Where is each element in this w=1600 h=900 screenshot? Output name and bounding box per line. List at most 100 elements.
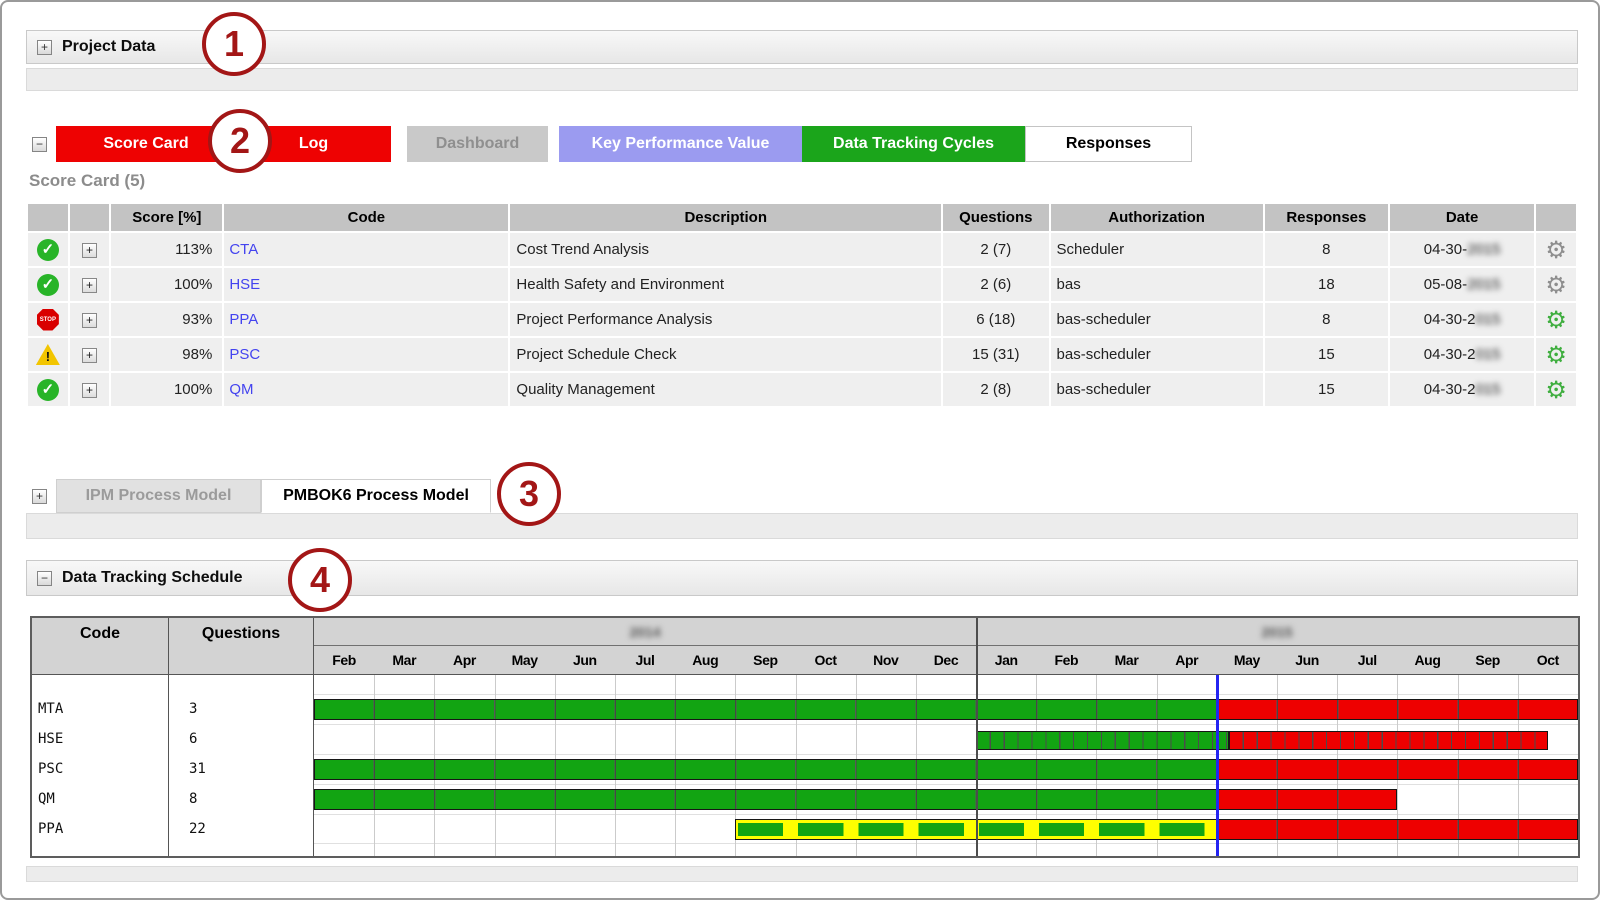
responses-cell: 15 [1265,338,1388,371]
gantt-month-label: Feb [1036,646,1096,674]
gantt-month-label: Aug [1397,646,1457,674]
gear-icon[interactable] [1545,314,1567,332]
tab-data-tracking-cycles[interactable]: Data Tracking Cycles [802,126,1025,162]
status-stop-icon [37,309,59,331]
gantt-questions-header: Questions [169,618,313,675]
table-header-row: Score [%] Code Description Questions Aut… [28,204,1576,231]
row-expand-icon[interactable]: + [82,383,97,398]
gantt-month-label: Aug [675,646,735,674]
table-row: + 100% HSE Health Safety and Environment… [28,268,1576,301]
gear-icon[interactable] [1545,279,1567,297]
code-link[interactable]: PSC [229,346,260,363]
red-monthly-bar [1217,819,1578,840]
row-expand-icon[interactable]: + [82,313,97,328]
gantt-month-label: Nov [856,646,916,674]
data-tracking-schedule-header[interactable]: − Data Tracking Schedule [26,560,1578,596]
authorization-cell: bas [1051,268,1263,301]
gantt-month-label: Mar [374,646,434,674]
gantt-questions-column: Questions 3631822 [169,618,314,856]
gantt-row [314,784,1578,814]
gantt-row-questions: 6 [169,724,313,754]
date-cell: 04-30-2015 [1390,338,1534,371]
gantt-row-code: PSC [32,754,168,784]
gantt-row-questions: 3 [169,694,313,724]
green-monthly-bar [314,699,1217,720]
expand-plus-icon[interactable]: + [37,40,52,55]
gantt-row-questions: 31 [169,754,313,784]
score-card-count-label: Score Card (5) [29,171,145,191]
project-data-title: Project Data [62,38,155,56]
col-score: Score [%] [111,204,222,231]
authorization-cell: bas-scheduler [1051,338,1263,371]
gantt-row-code: HSE [32,724,168,754]
gear-icon[interactable] [1545,244,1567,262]
process-model-content-strip [26,513,1578,539]
gantt-month-label: May [1217,646,1277,674]
gantt-month-label: Jan [976,646,1036,674]
description-cell: Project Schedule Check [510,338,941,371]
gantt-row-code: QM [32,784,168,814]
score-card-table: Score [%] Code Description Questions Aut… [26,202,1578,408]
gantt-row [314,814,1578,844]
score-value: 98% [111,338,222,371]
gantt-questions-labels: 3631822 [169,675,313,856]
code-link[interactable]: QM [229,381,253,398]
gear-icon[interactable] [1545,349,1567,367]
gantt-code-column: Code MTAHSEPSCQMPPA [32,618,169,856]
collapse-minus-icon[interactable]: − [37,571,52,586]
green-monthly-bar [314,789,1217,810]
row-expand-icon[interactable]: + [82,348,97,363]
tab-pmbok6-process-model[interactable]: PMBOK6 Process Model [261,479,491,513]
tab-dashboard[interactable]: Dashboard [407,126,548,162]
questions-cell: 2 (8) [943,373,1048,406]
questions-cell: 15 (31) [943,338,1048,371]
score-value: 100% [111,268,222,301]
responses-cell: 18 [1265,268,1388,301]
col-authorization: Authorization [1051,204,1263,231]
gantt-month-label: Apr [434,646,494,674]
project-data-collapsed-strip [26,68,1578,91]
gantt-month-header: FebMarAprMayJunJulAugSepOctNovDecJanFebM… [314,646,1578,675]
description-cell: Project Performance Analysis [510,303,941,336]
score-value: 100% [111,373,222,406]
red-monthly-bar [1217,759,1578,780]
table-row: + 100% QM Quality Management 2 (8) bas-s… [28,373,1576,406]
responses-cell: 8 [1265,303,1388,336]
code-link[interactable]: CTA [229,241,258,258]
col-status [28,204,68,231]
gantt-body [314,675,1578,856]
year-divider-line [976,618,978,856]
questions-cell: 6 (18) [943,303,1048,336]
gantt-row-code: PPA [32,814,168,844]
questions-cell: 2 (6) [943,268,1048,301]
expand-plus-icon[interactable]: + [32,489,47,504]
gantt-month-label: Oct [1518,646,1578,674]
gantt-row-questions: 8 [169,784,313,814]
tab-key-performance-value[interactable]: Key Performance Value [559,126,802,162]
row-expand-icon[interactable]: + [82,278,97,293]
red-monthly-bar [1217,789,1398,810]
collapse-minus-icon[interactable]: − [32,137,47,152]
gantt-month-label: Mar [1096,646,1156,674]
status-check-icon [37,239,59,261]
dashboard-page: + Project Data − Score Card Log Dashboar… [0,0,1600,900]
row-expand-icon[interactable]: + [82,243,97,258]
gantt-row-code: MTA [32,694,168,724]
table-row: + 93% PPA Project Performance Analysis 6… [28,303,1576,336]
tab-ipm-process-model[interactable]: IPM Process Model [56,479,261,513]
gantt-year-label: 2015 [976,618,1578,645]
code-link[interactable]: PPA [229,311,258,328]
gantt-row-questions: 22 [169,814,313,844]
today-line [1216,675,1219,856]
gantt-month-label: Sep [1458,646,1518,674]
gantt-month-label: Feb [314,646,374,674]
code-link[interactable]: HSE [229,276,260,293]
gantt-month-label: Jul [615,646,675,674]
col-questions: Questions [943,204,1048,231]
authorization-cell: bas-scheduler [1051,373,1263,406]
gear-icon[interactable] [1545,384,1567,402]
tab-responses[interactable]: Responses [1025,126,1192,162]
col-date: Date [1390,204,1534,231]
date-cell: 04-30-2015 [1390,233,1534,266]
annotation-circle-2: 2 [208,109,272,173]
